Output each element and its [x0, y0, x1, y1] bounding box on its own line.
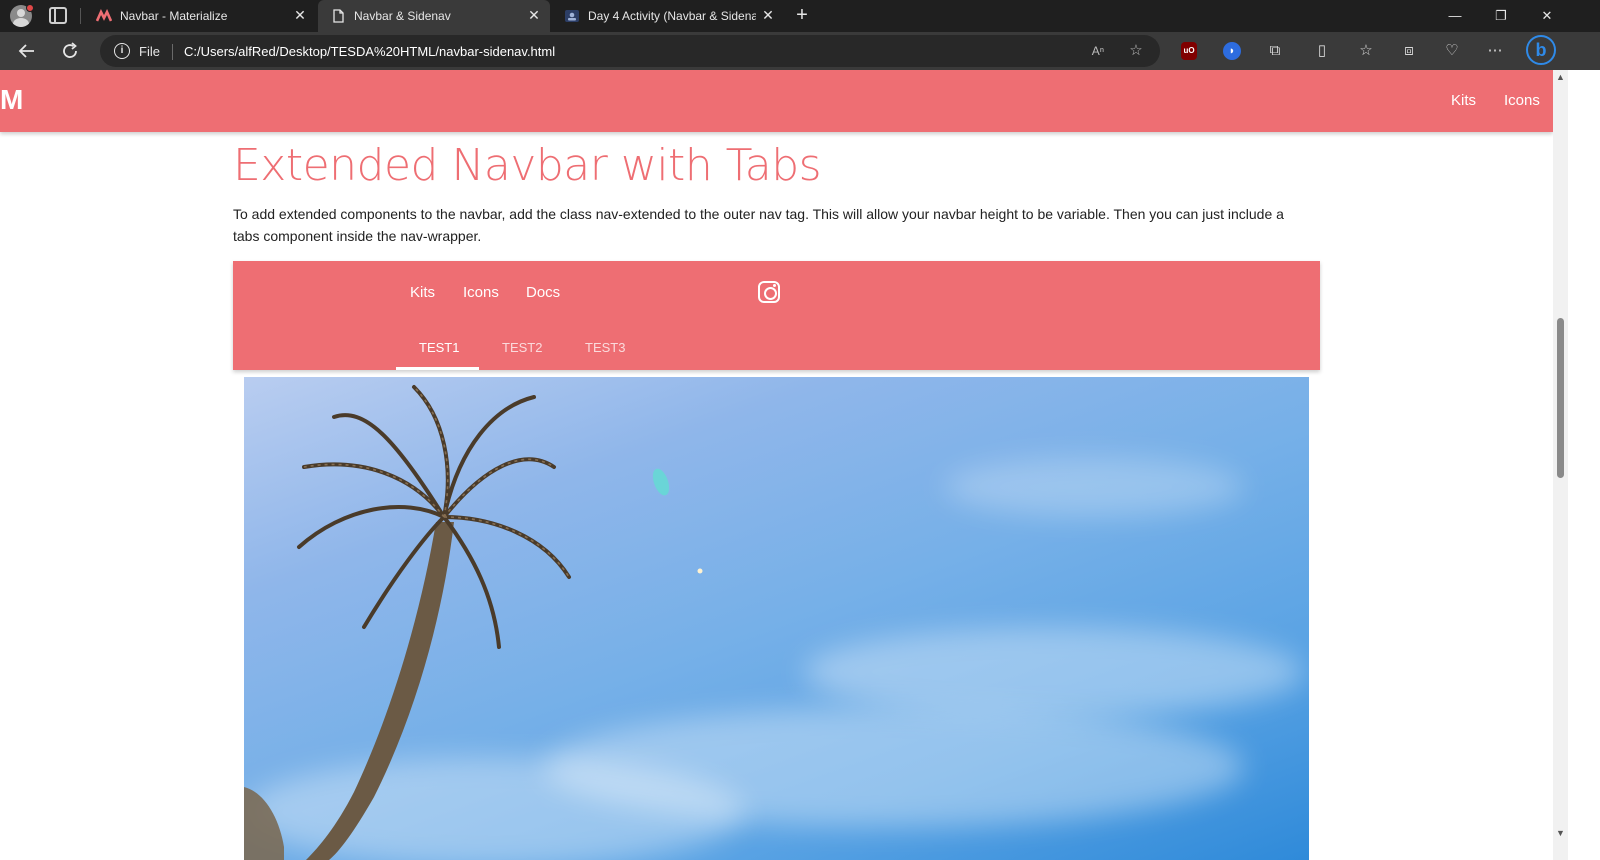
ext-nav-link-kits[interactable]: Kits: [410, 284, 435, 301]
scheme-label: File: [139, 44, 160, 59]
page-title: Extended Navbar with Tabs: [233, 140, 822, 191]
tab-test1[interactable]: TEST1: [419, 340, 459, 355]
extension-blue-icon[interactable]: ◗: [1223, 42, 1241, 60]
health-icon[interactable]: ♡: [1442, 41, 1462, 61]
split-screen-icon[interactable]: ▯: [1312, 41, 1332, 61]
scrollbar-thumb[interactable]: [1557, 318, 1564, 478]
scroll-down-icon[interactable]: ▼: [1555, 828, 1566, 838]
tab-title: Navbar - Materialize: [120, 9, 228, 23]
refresh-icon[interactable]: [56, 37, 84, 65]
extensions-icon[interactable]: ⧉: [1265, 41, 1285, 61]
close-window-button[interactable]: ✕: [1524, 0, 1570, 32]
vertical-scrollbar[interactable]: ▲ ▼: [1553, 70, 1568, 860]
tab-day4-activity[interactable]: Day 4 Activity (Navbar & Sidenav ✕: [552, 0, 784, 32]
close-tab-icon[interactable]: ✕: [526, 7, 542, 23]
minimize-button[interactable]: —: [1432, 0, 1478, 32]
site-info-icon[interactable]: i: [114, 43, 130, 59]
page-viewport: M Kits Icons Extended Navbar with Tabs T…: [0, 70, 1553, 860]
ext-nav-link-icons[interactable]: Icons: [463, 284, 499, 301]
browser-toolbar: i File C:/Users/alfRed/Desktop/TESDA%20H…: [0, 32, 1600, 70]
nav-link-kits[interactable]: Kits: [1451, 92, 1476, 109]
address-bar[interactable]: i File C:/Users/alfRed/Desktop/TESDA%20H…: [100, 35, 1160, 67]
page-description: To add extended components to the navbar…: [233, 206, 1284, 244]
tab-divider: [80, 8, 81, 24]
page-icon: [333, 9, 344, 23]
hero-image: [244, 377, 1309, 860]
tab-actions-icon[interactable]: [49, 7, 67, 24]
close-tab-icon[interactable]: ✕: [760, 7, 776, 23]
tab-navbar-materialize[interactable]: Navbar - Materialize ✕: [84, 0, 316, 32]
more-icon[interactable]: ⋯: [1485, 41, 1505, 61]
classroom-icon: [565, 10, 579, 22]
ublock-icon[interactable]: uO: [1181, 42, 1197, 60]
favorite-star-icon[interactable]: ☆: [1126, 41, 1146, 61]
favorites-icon[interactable]: ☆: [1356, 41, 1376, 61]
tab-title: Navbar & Sidenav: [354, 9, 451, 23]
extended-navbar: Kits Icons Docs TEST1 TEST2 TEST3: [233, 261, 1320, 370]
active-tab-indicator: [396, 367, 479, 370]
tab-test3[interactable]: TEST3: [585, 340, 625, 355]
profile-badge-icon: [26, 4, 34, 12]
close-tab-icon[interactable]: ✕: [292, 7, 308, 23]
url-text[interactable]: C:/Users/alfRed/Desktop/TESDA%20HTML/nav…: [184, 44, 555, 59]
palm-tree-illustration: [244, 385, 703, 860]
collections-icon[interactable]: ⧈: [1399, 41, 1419, 61]
top-navbar: M Kits Icons: [0, 70, 1553, 132]
tab-title: Day 4 Activity (Navbar & Sidenav: [588, 9, 756, 23]
tab-navbar-sidenav[interactable]: Navbar & Sidenav ✕: [318, 0, 550, 32]
bing-icon[interactable]: b: [1526, 35, 1556, 65]
read-aloud-icon[interactable]: Aⁿ: [1088, 41, 1108, 61]
tab-test2[interactable]: TEST2: [502, 340, 542, 355]
restore-button[interactable]: ❐: [1478, 0, 1524, 32]
address-divider: [172, 44, 173, 60]
materialize-logo-icon: [96, 9, 112, 22]
back-icon[interactable]: [13, 37, 41, 65]
nav-link-icons[interactable]: Icons: [1504, 92, 1540, 109]
new-tab-button[interactable]: +: [792, 5, 812, 26]
instagram-icon[interactable]: [758, 281, 780, 303]
scroll-up-icon[interactable]: ▲: [1555, 72, 1566, 82]
brand-logo[interactable]: M: [0, 84, 23, 116]
browser-tab-strip: Navbar - Materialize ✕ Navbar & Sidenav …: [0, 0, 1600, 32]
window-edge: [1568, 70, 1600, 860]
ext-nav-link-docs[interactable]: Docs: [526, 284, 560, 301]
